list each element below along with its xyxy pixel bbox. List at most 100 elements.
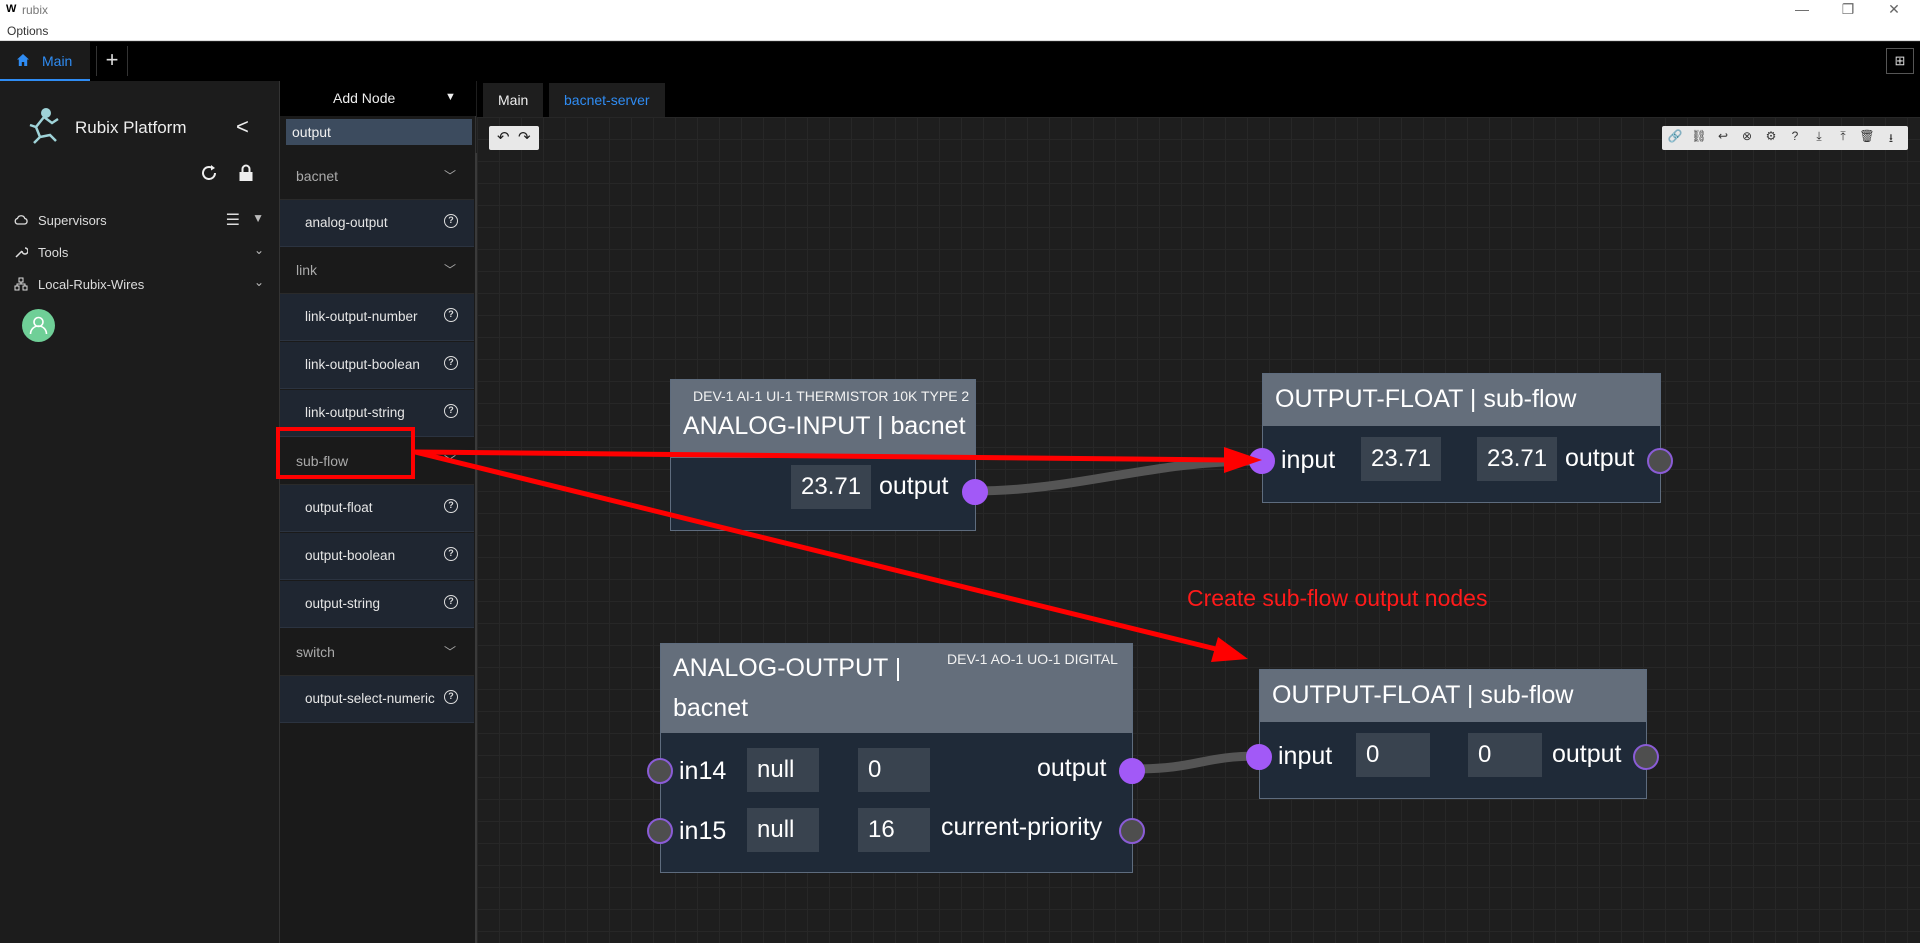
- tab-main-label: Main: [42, 53, 73, 69]
- category-link[interactable]: link ﹀: [280, 247, 474, 294]
- close-circle-icon[interactable]: ⊗: [1737, 129, 1757, 143]
- unlink-icon[interactable]: ⛓: [1689, 129, 1709, 143]
- lock-icon[interactable]: [238, 164, 254, 182]
- category-label: bacnet: [296, 168, 339, 184]
- node-item-output-string[interactable]: output-string ?: [280, 581, 474, 628]
- add-node-panel: Add Node ▼ bacnet ﹀ analog-output ? link…: [280, 81, 478, 943]
- node-item-output-boolean[interactable]: output-boolean ?: [280, 533, 474, 580]
- node-item-label: output-float: [305, 500, 373, 515]
- node-subtitle: DEV-1 AO-1 UO-1 DIGITAL: [947, 651, 1118, 667]
- node-title: OUTPUT-FLOAT | sub-flow: [1272, 681, 1574, 709]
- help-icon[interactable]: ?: [444, 595, 458, 609]
- node-header: DEV-1 AI-1 UI-1 THERMISTOR 10K TYPE 2 AN…: [671, 380, 975, 458]
- help-icon[interactable]: ?: [1785, 129, 1805, 143]
- sidebar-item-tools[interactable]: Tools ⌄: [14, 241, 264, 265]
- tab-bacnet-server[interactable]: bacnet-server: [549, 83, 665, 117]
- input-port-in15[interactable]: [647, 818, 673, 844]
- layout-icon[interactable]: ⊞: [1886, 48, 1914, 74]
- help-icon[interactable]: ?: [444, 547, 458, 561]
- output-value: 23.71: [1477, 437, 1558, 481]
- minimize-button[interactable]: —: [1782, 0, 1822, 20]
- category-label: switch: [296, 644, 335, 660]
- avatar[interactable]: [22, 309, 55, 342]
- sidebar-item-supervisors[interactable]: Supervisors ☰ ▼: [14, 209, 264, 233]
- add-tab-button[interactable]: +: [96, 46, 128, 76]
- close-window-button[interactable]: ✕: [1874, 0, 1914, 20]
- settings-icon[interactable]: ⚙: [1761, 129, 1781, 143]
- input-label: input: [1278, 742, 1333, 770]
- input-port-in14[interactable]: [647, 758, 673, 784]
- current-priority-port[interactable]: [1119, 818, 1145, 844]
- app-logo: W: [6, 3, 17, 15]
- node-analog-input[interactable]: DEV-1 AI-1 UI-1 THERMISTOR 10K TYPE 2 AN…: [670, 379, 988, 531]
- export-icon[interactable]: ⭳: [1881, 129, 1901, 150]
- help-icon[interactable]: ?: [444, 356, 458, 370]
- node-subtitle: DEV-1 AI-1 UI-1 THERMISTOR 10K TYPE 2: [693, 388, 970, 404]
- current-priority-label: current-priority: [941, 813, 1103, 841]
- upload-icon[interactable]: ⤒: [1833, 129, 1853, 144]
- chevron-down-icon[interactable]: ⌄: [254, 275, 264, 289]
- output-label: output: [1037, 754, 1107, 782]
- window-titlebar: W rubix — ❐ ✕: [0, 0, 1920, 20]
- sidebar-item-label: Supervisors: [38, 213, 107, 228]
- node-output-float-1[interactable]: OUTPUT-FLOAT | sub-flow input 23.71 23.7…: [1249, 373, 1673, 503]
- output-port[interactable]: [1633, 744, 1659, 770]
- category-bacnet[interactable]: bacnet ﹀: [280, 153, 474, 200]
- node-item-link-output-number[interactable]: link-output-number ?: [280, 294, 474, 341]
- undo-icon[interactable]: ↶: [497, 128, 510, 146]
- input-label-in14: in14: [679, 757, 727, 785]
- add-node-dropdown[interactable]: Add Node ▼: [280, 81, 476, 116]
- node-item-label: link-output-boolean: [305, 357, 420, 372]
- frog-logo-icon: [29, 108, 59, 144]
- help-icon[interactable]: ?: [444, 499, 458, 513]
- value-in15: 16: [858, 808, 930, 852]
- link-icon[interactable]: 🔗: [1665, 129, 1685, 143]
- input-port[interactable]: [1246, 744, 1272, 770]
- node-item-link-output-boolean[interactable]: link-output-boolean ?: [280, 342, 474, 389]
- chevron-down-icon[interactable]: ⌄: [254, 243, 264, 257]
- output-port[interactable]: [1647, 448, 1673, 474]
- node-search-input[interactable]: [286, 119, 472, 145]
- download-icon[interactable]: ⤓: [1809, 129, 1829, 144]
- input-value: 0: [1356, 733, 1430, 777]
- value-null-in15: null: [747, 808, 819, 852]
- restore-button[interactable]: ❐: [1828, 0, 1868, 20]
- input-port[interactable]: [1249, 448, 1275, 474]
- menu-icon[interactable]: ☰: [226, 210, 240, 230]
- sidebar-item-label: Tools: [38, 245, 69, 260]
- menu-options[interactable]: Options: [7, 24, 48, 38]
- value-display: 23.71: [791, 465, 872, 509]
- tab-main[interactable]: Main: [0, 42, 90, 81]
- node-item-label: output-boolean: [305, 548, 396, 563]
- help-icon[interactable]: ?: [444, 690, 458, 704]
- chevron-down-icon: ﹀: [444, 263, 457, 277]
- collapse-sidebar-button[interactable]: <: [236, 114, 249, 140]
- node-output-float-2[interactable]: OUTPUT-FLOAT | sub-flow input 0 0 output: [1246, 669, 1659, 799]
- output-port[interactable]: [962, 479, 988, 505]
- output-label: output: [1552, 740, 1622, 768]
- chevron-down-icon: ﹀: [444, 645, 457, 659]
- node-analog-output[interactable]: ANALOG-OUTPUT | bacnet DEV-1 AO-1 UO-1 D…: [647, 643, 1145, 873]
- node-item-output-select-numeric[interactable]: output-select-numeric ?: [280, 676, 474, 723]
- node-header: ANALOG-OUTPUT | bacnet DEV-1 AO-1 UO-1 D…: [661, 644, 1132, 733]
- redo-icon[interactable]: ↷: [518, 128, 531, 146]
- delete-icon[interactable]: 🗑: [1857, 129, 1877, 143]
- output-port[interactable]: [1119, 758, 1145, 784]
- return-icon[interactable]: ↩: [1713, 129, 1733, 143]
- category-switch[interactable]: switch ﹀: [280, 629, 474, 676]
- sidebar-item-local-rubix-wires[interactable]: Local-Rubix-Wires ⌄: [14, 273, 264, 297]
- help-icon[interactable]: ?: [444, 308, 458, 322]
- help-icon[interactable]: ?: [444, 404, 458, 418]
- refresh-icon[interactable]: [200, 164, 218, 182]
- input-label-in15: in15: [679, 817, 727, 845]
- node-item-analog-output[interactable]: analog-output ?: [280, 200, 474, 247]
- node-title: ANALOG-OUTPUT |: [673, 654, 902, 682]
- canvas-tab-bar: Main bacnet-server: [477, 81, 1920, 117]
- caret-down-icon: ▼: [445, 91, 456, 103]
- node-item-output-float[interactable]: output-float ?: [280, 485, 474, 532]
- tab-canvas-main[interactable]: Main: [483, 83, 544, 117]
- node-item-label: output-string: [305, 596, 381, 611]
- help-icon[interactable]: ?: [444, 214, 458, 228]
- chevron-down-icon[interactable]: ▼: [252, 211, 264, 225]
- top-tab-bar: Main + ⊞: [0, 42, 1920, 81]
